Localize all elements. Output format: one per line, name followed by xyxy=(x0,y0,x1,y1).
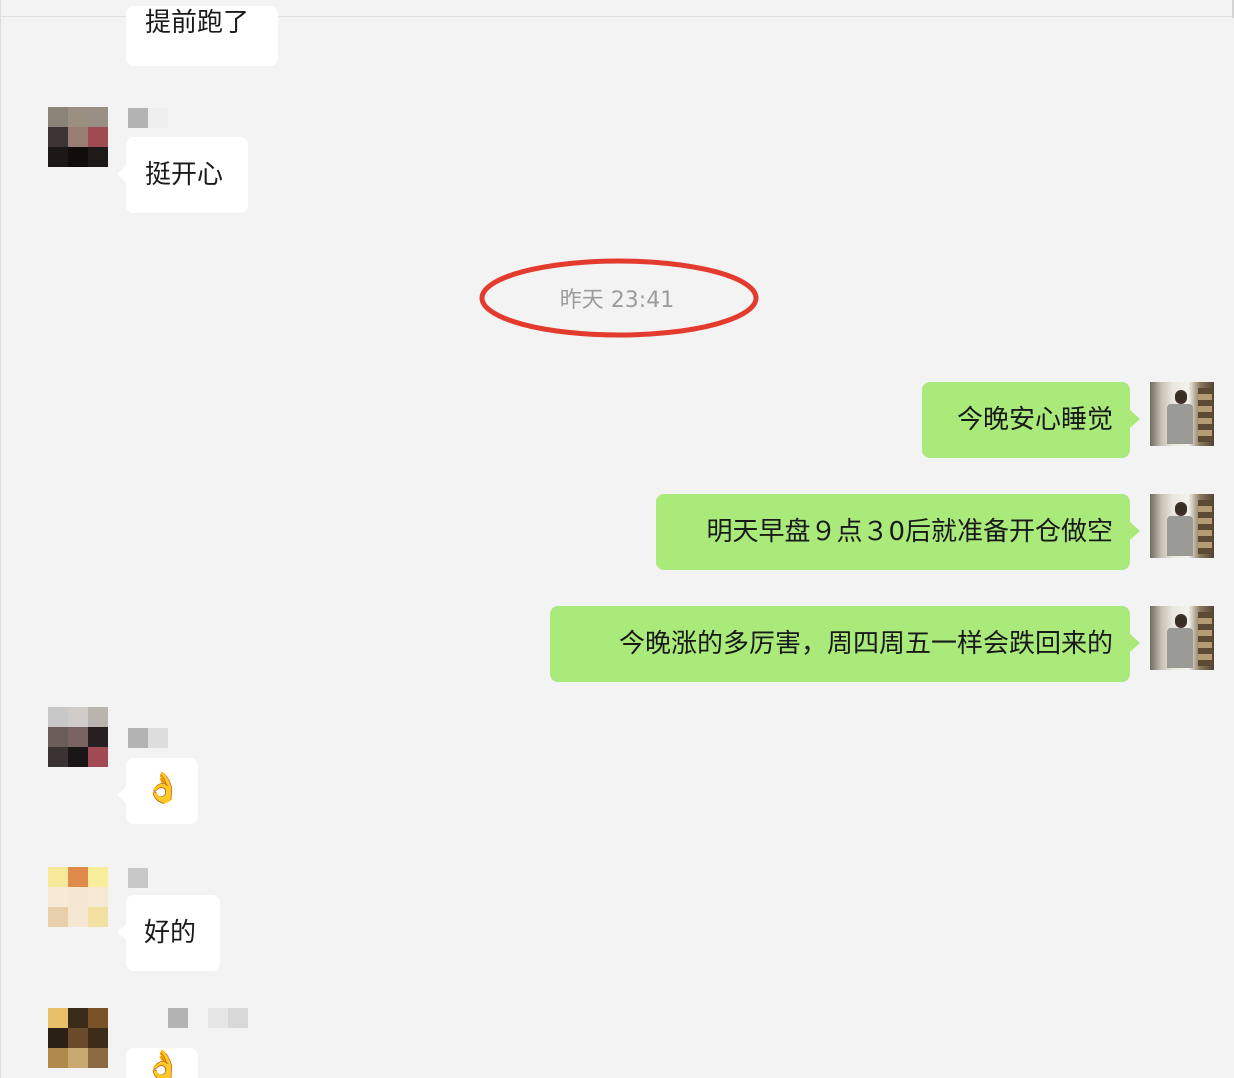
message-text: 挺开心 xyxy=(145,160,224,190)
contact-avatar[interactable] xyxy=(48,1008,108,1068)
message-text: 明天早盘９点３0后就准备开仓做空 xyxy=(706,517,1113,547)
contact-avatar[interactable] xyxy=(48,107,108,167)
message-bubble-incoming[interactable]: 挺开心 xyxy=(117,137,248,213)
message-text: 今晚涨的多厉害，周四周五一样会跌回来的 xyxy=(618,629,1113,659)
message-text: 好的 xyxy=(144,918,197,948)
ok-hand-icon: 👌 xyxy=(144,771,182,806)
self-avatar[interactable] xyxy=(1150,382,1214,446)
message-bubble-incoming[interactable]: 提前跑了 xyxy=(126,6,278,66)
sender-name xyxy=(168,1008,248,1028)
left-border xyxy=(0,0,1,1078)
message-bubble-incoming[interactable]: 好的 xyxy=(117,895,220,971)
contact-avatar[interactable] xyxy=(48,707,108,767)
sender-name xyxy=(128,728,168,748)
contact-avatar[interactable] xyxy=(48,867,108,927)
message-bubble-outgoing[interactable]: 明天早盘９点３0后就准备开仓做空 xyxy=(656,494,1140,570)
ok-hand-icon: 👌 xyxy=(144,1049,182,1078)
message-bubble-incoming[interactable]: 👌 xyxy=(117,758,198,824)
message-bubble-incoming[interactable]: 👌 xyxy=(126,1048,198,1078)
self-avatar[interactable] xyxy=(1150,606,1214,670)
message-text: 提前跑了 xyxy=(145,8,250,38)
message-timestamp: 昨天 23:41 xyxy=(559,288,675,313)
sender-name xyxy=(128,108,168,128)
sender-name xyxy=(128,868,148,888)
message-bubble-outgoing[interactable]: 今晚安心睡觉 xyxy=(922,382,1140,458)
self-avatar[interactable] xyxy=(1150,494,1214,558)
message-bubble-outgoing[interactable]: 今晚涨的多厉害，周四周五一样会跌回来的 xyxy=(550,606,1140,682)
message-text: 今晚安心睡觉 xyxy=(956,405,1113,435)
